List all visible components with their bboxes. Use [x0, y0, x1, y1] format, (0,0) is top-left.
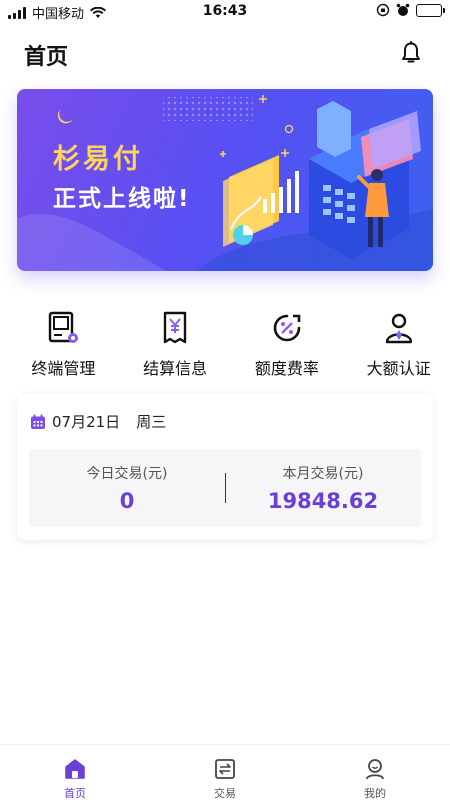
month-stat: 本月交易(元) 19848.62	[225, 463, 421, 513]
tab-profile[interactable]: 我的	[300, 745, 450, 800]
user-verify-icon	[385, 313, 412, 344]
alarm-icon	[396, 3, 410, 16]
status-right	[376, 3, 445, 17]
menu-label-settlement: 结算信息	[143, 359, 208, 378]
tab-transaction[interactable]: 交易	[150, 745, 300, 800]
menu-label-terminal: 终端管理	[31, 359, 96, 378]
today-value: 0	[119, 489, 135, 513]
month-label: 本月交易(元)	[282, 466, 364, 482]
tab-label-profile: 我的	[364, 787, 386, 800]
orientation-lock-icon	[376, 3, 390, 17]
date-row: 07月21日 周三	[30, 411, 166, 432]
menu-label-rate: 额度费率	[254, 359, 319, 378]
tab-label-transaction: 交易	[214, 787, 236, 800]
menu-item-rate[interactable]: 额度费率	[236, 310, 339, 380]
status-bar: 中国移动 16:43	[0, 0, 450, 24]
stats-panel: 今日交易(元) 0 本月交易(元) 19848.62	[29, 449, 421, 527]
battery-icon	[416, 3, 445, 17]
menu-label-verify: 大额认证	[366, 359, 431, 378]
page-title: 首页	[24, 45, 69, 70]
calendar-icon	[31, 414, 45, 429]
bell-icon[interactable]	[398, 40, 424, 66]
receipt-yuan-icon	[163, 311, 187, 344]
menu-item-settlement[interactable]: 结算信息	[124, 310, 227, 380]
quick-menu: 终端管理 结算信息 额度费率 大额认证	[0, 310, 450, 380]
promo-banner[interactable]: 杉易付 正式上线啦!	[17, 89, 433, 271]
today-stat: 今日交易(元) 0	[29, 463, 225, 513]
menu-item-terminal[interactable]: 终端管理	[12, 310, 115, 380]
percent-icon	[273, 314, 301, 342]
tab-bar: 首页 交易 我的	[0, 744, 450, 800]
month-value: 19848.62	[267, 489, 379, 513]
banner-subtitle: 正式上线啦!	[53, 186, 191, 212]
header: 首页	[0, 30, 450, 78]
date-text: 07月21日	[52, 413, 121, 431]
profile-icon	[366, 759, 384, 780]
menu-item-verify[interactable]: 大额认证	[347, 310, 450, 380]
transaction-summary-card: 07月21日 周三 今日交易(元) 0 本月交易(元) 19848.62	[17, 394, 433, 540]
banner-title: 杉易付	[53, 144, 143, 175]
weekday-text: 周三	[136, 413, 167, 431]
home-icon	[65, 759, 85, 779]
tab-home[interactable]: 首页	[0, 745, 150, 800]
transaction-icon	[215, 759, 235, 779]
today-label: 今日交易(元)	[86, 466, 168, 482]
terminal-icon	[49, 311, 79, 343]
tab-label-home: 首页	[64, 787, 86, 800]
